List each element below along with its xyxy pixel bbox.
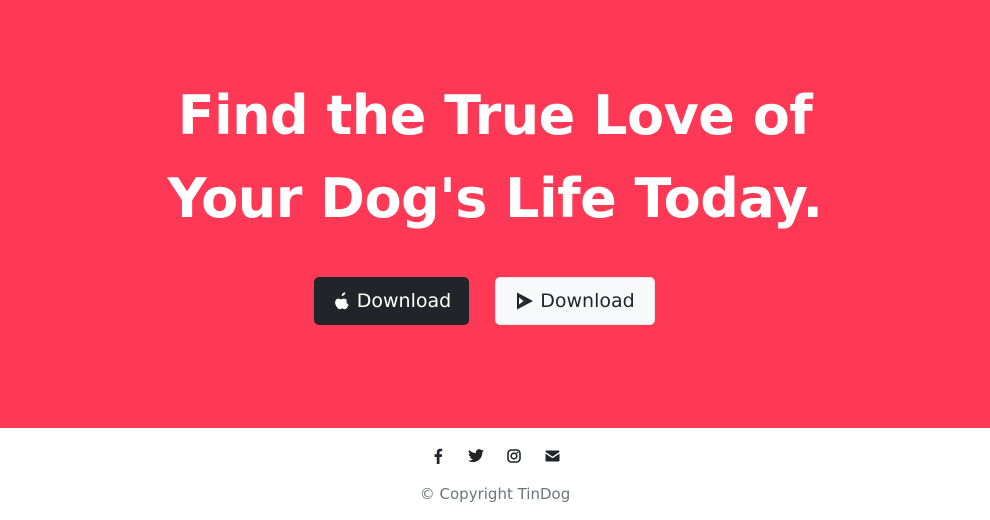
google-play-download-label: Download bbox=[540, 290, 635, 312]
copyright-text: © Copyright TinDog bbox=[419, 485, 571, 503]
apple-icon bbox=[332, 291, 352, 311]
footer bbox=[0, 428, 990, 520]
hero-headline: Find the True Love of Your Dog's Life To… bbox=[0, 74, 990, 240]
instagram-icon[interactable] bbox=[506, 446, 522, 466]
facebook-icon[interactable] bbox=[430, 446, 446, 466]
headline-line-1: Find the True Love of bbox=[177, 84, 813, 147]
google-play-download-button[interactable]: Download bbox=[495, 277, 655, 325]
twitter-icon[interactable] bbox=[468, 446, 484, 466]
headline-line-2: Your Dog's Life Today. bbox=[167, 167, 823, 230]
google-play-icon bbox=[515, 291, 535, 311]
envelope-icon[interactable] bbox=[544, 446, 560, 466]
app-store-download-button[interactable]: Download bbox=[314, 277, 469, 325]
app-store-download-label: Download bbox=[356, 290, 452, 312]
hero-section: Find the True Love of Your Dog's Life To… bbox=[0, 0, 990, 428]
social-links bbox=[0, 446, 990, 466]
